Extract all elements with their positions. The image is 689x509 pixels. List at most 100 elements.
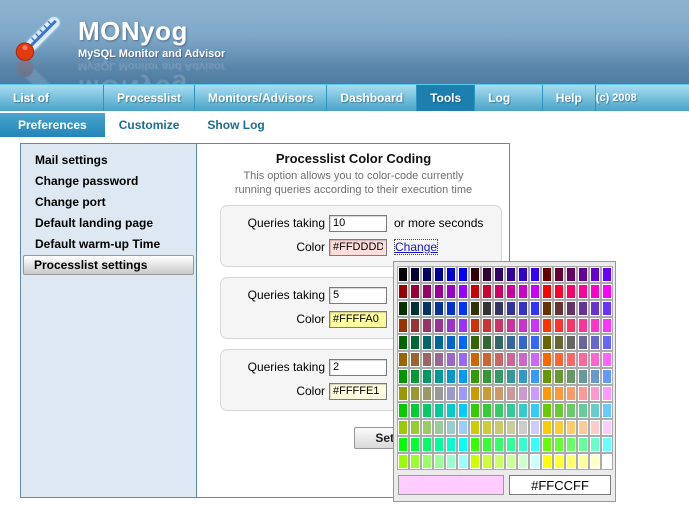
palette-swatch-333366[interactable] (494, 301, 504, 316)
palette-swatch-66ffff[interactable] (602, 437, 612, 452)
palette-swatch-336666[interactable] (494, 335, 504, 350)
palette-swatch-ccff00[interactable] (470, 454, 480, 469)
palette-swatch-ccccff[interactable] (530, 420, 540, 435)
palette-swatch-9933ff[interactable] (458, 318, 468, 333)
palette-swatch-6600cc[interactable] (590, 267, 600, 282)
palette-swatch-336633[interactable] (482, 335, 492, 350)
palette-swatch-ff0099[interactable] (578, 284, 588, 299)
palette-swatch-cc33ff[interactable] (530, 318, 540, 333)
palette-swatch-003300[interactable] (398, 301, 408, 316)
palette-swatch-33cc66[interactable] (494, 403, 504, 418)
tab-list-of-servers[interactable]: List of Servers (0, 85, 104, 111)
palette-swatch-ff9900[interactable] (542, 386, 552, 401)
palette-swatch-99ffff[interactable] (458, 454, 468, 469)
palette-swatch-999900[interactable] (398, 386, 408, 401)
palette-swatch-33ffcc[interactable] (518, 437, 528, 452)
palette-swatch-333333[interactable] (482, 301, 492, 316)
palette-swatch-00ff00[interactable] (398, 437, 408, 452)
color-hex-input[interactable] (329, 311, 387, 328)
palette-swatch-996666[interactable] (422, 352, 432, 367)
palette-swatch-990099[interactable] (434, 284, 444, 299)
palette-swatch-0099cc[interactable] (446, 369, 456, 384)
palette-swatch-663300[interactable] (542, 301, 552, 316)
palette-swatch-663333[interactable] (554, 301, 564, 316)
palette-swatch-00cc00[interactable] (398, 403, 408, 418)
palette-swatch-ffcc33[interactable] (554, 420, 564, 435)
palette-swatch-cc3366[interactable] (494, 318, 504, 333)
palette-swatch-0033ff[interactable] (458, 301, 468, 316)
sidebar-item-processlist-settings[interactable]: Processlist settings (23, 255, 194, 275)
palette-swatch-cccc00[interactable] (470, 420, 480, 435)
palette-swatch-000099[interactable] (434, 267, 444, 282)
palette-swatch-ff3300[interactable] (542, 318, 552, 333)
palette-swatch-33ccff[interactable] (530, 403, 540, 418)
palette-swatch-cc3399[interactable] (506, 318, 516, 333)
palette-swatch-33ff99[interactable] (506, 437, 516, 452)
palette-swatch-9999cc[interactable] (446, 386, 456, 401)
palette-swatch-cccccc[interactable] (518, 420, 528, 435)
palette-swatch-669966[interactable] (566, 369, 576, 384)
palette-swatch-996600[interactable] (398, 352, 408, 367)
palette-swatch-ffff33[interactable] (554, 454, 564, 469)
palette-swatch-ff33cc[interactable] (590, 318, 600, 333)
palette-swatch-cccc33[interactable] (482, 420, 492, 435)
palette-swatch-99cc99[interactable] (434, 420, 444, 435)
palette-swatch-ffccff[interactable] (602, 420, 612, 435)
palette-swatch-6633ff[interactable] (602, 301, 612, 316)
tab-processlist[interactable]: Processlist (104, 85, 195, 111)
tab-monitors-advisors[interactable]: Monitors/Advisors (195, 85, 327, 111)
palette-swatch-00cc33[interactable] (410, 403, 420, 418)
palette-swatch-cc6699[interactable] (506, 352, 516, 367)
palette-swatch-00ff99[interactable] (434, 437, 444, 452)
palette-swatch-009966[interactable] (422, 369, 432, 384)
sidebar-item-mail-settings[interactable]: Mail settings (23, 150, 194, 170)
palette-swatch-cc99ff[interactable] (530, 386, 540, 401)
palette-swatch-ff00cc[interactable] (590, 284, 600, 299)
palette-swatch-ff0000[interactable] (542, 284, 552, 299)
palette-swatch-330099[interactable] (506, 267, 516, 282)
palette-swatch-6633cc[interactable] (590, 301, 600, 316)
palette-swatch-006633[interactable] (410, 335, 420, 350)
palette-swatch-00cc99[interactable] (434, 403, 444, 418)
palette-swatch-00ff66[interactable] (422, 437, 432, 452)
palette-swatch-996633[interactable] (410, 352, 420, 367)
palette-swatch-66cc33[interactable] (554, 403, 564, 418)
palette-swatch-ccff66[interactable] (494, 454, 504, 469)
palette-swatch-9966ff[interactable] (458, 352, 468, 367)
palette-swatch-330066[interactable] (494, 267, 504, 282)
palette-swatch-ff9999[interactable] (578, 386, 588, 401)
palette-swatch-cc3333[interactable] (482, 318, 492, 333)
palette-swatch-99cc33[interactable] (410, 420, 420, 435)
palette-swatch-ff99cc[interactable] (590, 386, 600, 401)
palette-swatch-99cccc[interactable] (446, 420, 456, 435)
palette-swatch-cc6600[interactable] (470, 352, 480, 367)
palette-swatch-3300ff[interactable] (530, 267, 540, 282)
palette-swatch-ffff66[interactable] (566, 454, 576, 469)
palette-swatch-ff3366[interactable] (566, 318, 576, 333)
palette-swatch-339933[interactable] (482, 369, 492, 384)
palette-swatch-cc9999[interactable] (506, 386, 516, 401)
palette-swatch-ff0066[interactable] (566, 284, 576, 299)
palette-swatch-99ff00[interactable] (398, 454, 408, 469)
palette-swatch-cc9900[interactable] (470, 386, 480, 401)
palette-swatch-cccc66[interactable] (494, 420, 504, 435)
palette-swatch-669999[interactable] (578, 369, 588, 384)
sidebar-item-change-port[interactable]: Change port (23, 192, 194, 212)
palette-swatch-9933cc[interactable] (446, 318, 456, 333)
palette-swatch-99ff66[interactable] (422, 454, 432, 469)
palette-swatch-009999[interactable] (434, 369, 444, 384)
palette-swatch-cc3300[interactable] (470, 318, 480, 333)
selected-color-hex[interactable]: #FFCCFF (509, 475, 611, 495)
palette-swatch-99ccff[interactable] (458, 420, 468, 435)
palette-swatch-330033[interactable] (482, 267, 492, 282)
palette-swatch-9966cc[interactable] (446, 352, 456, 367)
palette-swatch-006699[interactable] (434, 335, 444, 350)
palette-swatch-000033[interactable] (410, 267, 420, 282)
palette-swatch-3366cc[interactable] (518, 335, 528, 350)
palette-swatch-33cc33[interactable] (482, 403, 492, 418)
palette-swatch-999999[interactable] (434, 386, 444, 401)
palette-swatch-6666ff[interactable] (602, 335, 612, 350)
palette-swatch-ff6600[interactable] (542, 352, 552, 367)
palette-swatch-003333[interactable] (410, 301, 420, 316)
palette-swatch-33ff66[interactable] (494, 437, 504, 452)
